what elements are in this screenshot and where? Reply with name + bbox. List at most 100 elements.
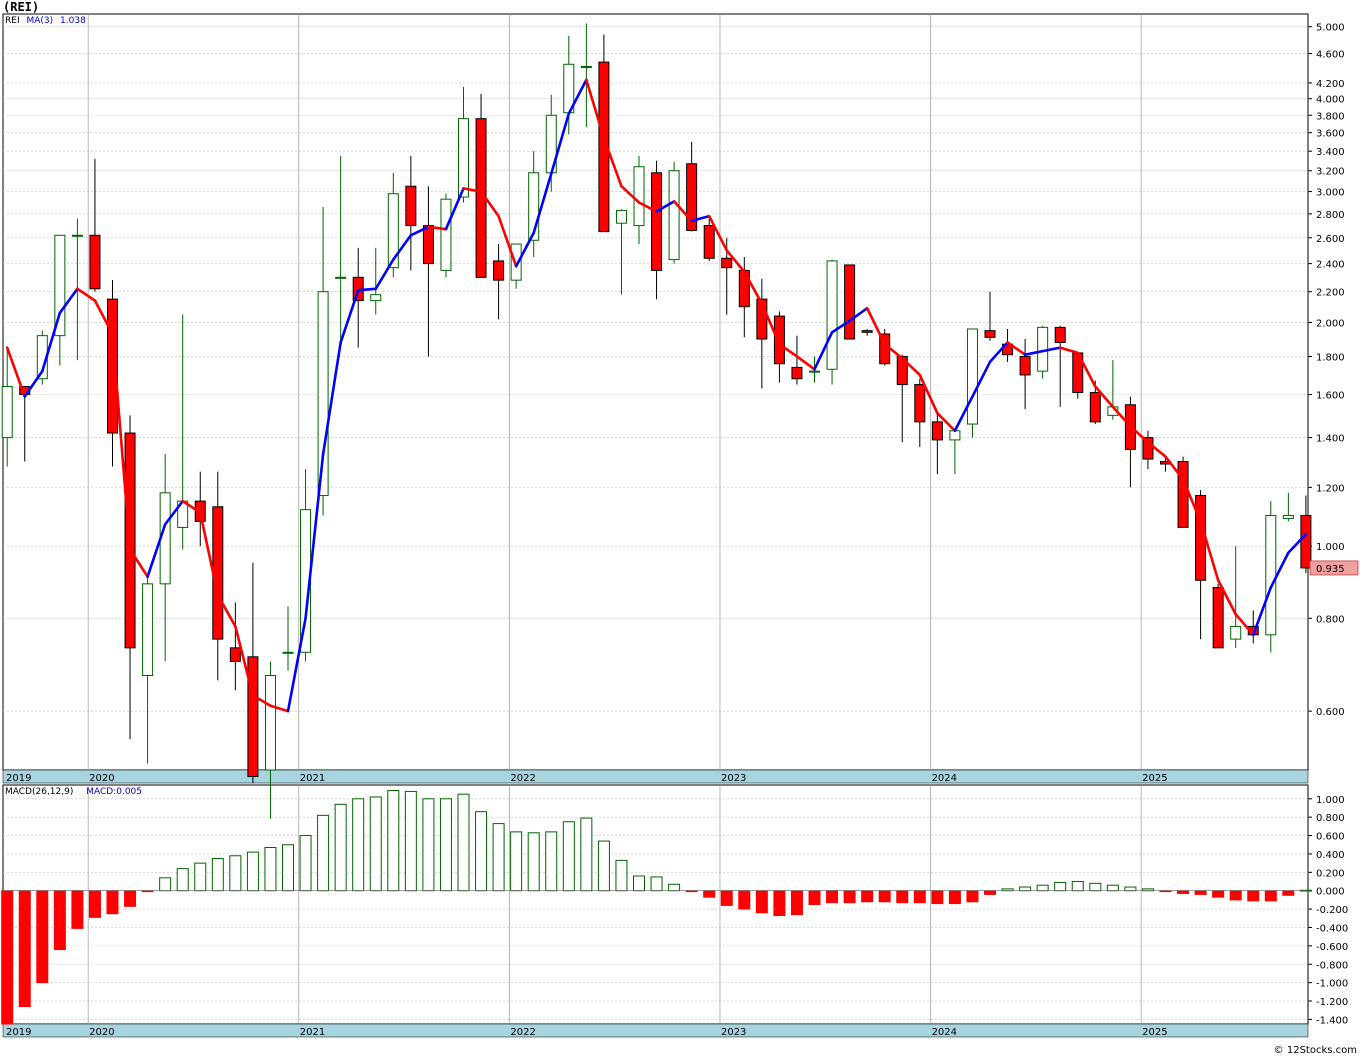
- macd-bar-positive: [510, 831, 523, 892]
- macd-bar-negative: [948, 890, 961, 905]
- macd-bar-negative: [826, 890, 839, 904]
- macd-bar-positive: [615, 859, 628, 892]
- macd-bar-negative: [106, 890, 119, 915]
- macd-bar-negative: [53, 890, 66, 951]
- macd-bar-positive: [633, 875, 645, 892]
- last-price-label: 0.935: [1316, 564, 1345, 575]
- macd-bar-positive: [352, 798, 365, 892]
- candle-down: [247, 656, 259, 778]
- macd-bar-negative: [36, 890, 49, 984]
- candle-up: [1265, 514, 1277, 636]
- price-y-tick-label: 1.600: [1316, 391, 1345, 402]
- price-legend: REI MA(3) 1.038: [5, 16, 86, 26]
- macd-bar-positive: [194, 862, 207, 892]
- chart-title: (REI): [3, 0, 40, 14]
- candle-up: [370, 294, 382, 302]
- macd-y-tick-label: 0.400: [1316, 850, 1345, 861]
- macd-bar-negative: [913, 890, 926, 904]
- price-x-tick-label: 2021: [300, 773, 325, 784]
- macd-y-tick-label: -0.800: [1316, 960, 1348, 971]
- candle-down: [1300, 514, 1312, 569]
- macd-bar-negative: [738, 890, 751, 910]
- candle-up: [615, 209, 627, 224]
- macd-bar-positive: [264, 847, 277, 892]
- price-y-tick-label: 2.800: [1316, 210, 1345, 221]
- price-y-tick-label: 1.000: [1316, 542, 1345, 553]
- macd-bar-negative: [773, 890, 786, 917]
- macd-label: MACD(26,12,9): [5, 787, 74, 797]
- macd-bar-positive: [668, 883, 681, 892]
- macd-bar-positive: [229, 855, 242, 892]
- candle-up: [440, 198, 452, 271]
- ticker-label: REI: [5, 16, 20, 26]
- ma-label: MA(3): [26, 16, 54, 26]
- macd-bar-positive: [176, 868, 189, 892]
- macd-x-tick-label: 2021: [300, 1027, 325, 1038]
- macd-x-tick-label: 2022: [510, 1027, 535, 1038]
- macd-value: MACD:0.005: [86, 787, 143, 797]
- candle-down: [931, 421, 943, 441]
- price-x-tick-label: 2020: [89, 773, 114, 784]
- macd-bar-negative: [124, 890, 137, 907]
- candle-down: [229, 647, 241, 662]
- candle-down: [1089, 391, 1101, 423]
- macd-bar-positive: [422, 798, 435, 892]
- candle-down: [1177, 461, 1189, 528]
- macd-bar-negative: [843, 890, 856, 904]
- macd-bar-negative: [808, 890, 821, 906]
- macd-bar-positive: [457, 793, 470, 892]
- macd-bar-negative: [790, 890, 803, 916]
- macd-bar-positive: [334, 803, 347, 892]
- macd-y-tick-label: -1.000: [1316, 979, 1348, 990]
- macd-x-axis-band: [2, 1023, 1309, 1038]
- macd-panel-frame: [2, 784, 1309, 1025]
- macd-bar-positive: [650, 876, 663, 892]
- macd-bar-negative: [896, 890, 909, 904]
- candle-up: [580, 65, 592, 68]
- price-y-tick-label: 1.400: [1316, 434, 1345, 445]
- candle-down: [1195, 495, 1207, 581]
- price-y-tick-label: 1.800: [1316, 352, 1345, 363]
- price-y-tick-label: 3.000: [1316, 188, 1345, 199]
- macd-bar-negative: [720, 890, 733, 906]
- price-x-axis-band: [2, 769, 1309, 784]
- candle-down: [721, 257, 733, 269]
- price-y-tick-label: 3.800: [1316, 111, 1345, 122]
- macd-bar-positive: [492, 823, 505, 892]
- macd-bar-positive: [527, 832, 540, 892]
- price-x-tick-label: 2025: [1142, 773, 1167, 784]
- candle-down: [844, 264, 856, 340]
- macd-y-tick-label: -0.400: [1316, 923, 1348, 934]
- macd-y-tick-label: -0.600: [1316, 942, 1348, 953]
- macd-bar-positive: [562, 821, 575, 892]
- candle-up: [458, 118, 469, 198]
- candle-down: [422, 225, 434, 265]
- macd-y-tick-label: 0.000: [1316, 887, 1345, 898]
- macd-bar-positive: [545, 831, 558, 892]
- candle-up: [826, 260, 838, 370]
- macd-bar-positive: [159, 877, 172, 892]
- candle-up: [1230, 625, 1242, 640]
- macd-bar-positive: [387, 790, 400, 892]
- price-y-tick-label: 4.000: [1316, 95, 1345, 106]
- candle-down: [861, 330, 873, 333]
- macd-bar-negative: [1247, 890, 1260, 902]
- macd-bar-positive: [475, 811, 488, 892]
- macd-bar-positive: [211, 858, 224, 892]
- macd-y-tick-label: 1.000: [1316, 795, 1345, 806]
- macd-bar-negative: [878, 890, 891, 903]
- macd-bar-negative: [1212, 890, 1225, 898]
- macd-y-tick-label: 0.200: [1316, 868, 1345, 879]
- macd-bar-positive: [1089, 882, 1102, 892]
- candle-up: [809, 370, 820, 373]
- price-y-tick-label: 1.200: [1316, 483, 1345, 494]
- price-x-tick-label: 2019: [6, 773, 31, 784]
- macd-bar-positive: [597, 840, 610, 892]
- candle-up: [966, 328, 978, 425]
- candle-up: [668, 170, 680, 261]
- price-y-tick-label: 3.600: [1316, 129, 1345, 140]
- macd-bar-negative: [88, 890, 101, 918]
- macd-bar-negative: [755, 890, 768, 914]
- ma-line-segment: [356, 287, 378, 292]
- candle-up: [949, 430, 961, 441]
